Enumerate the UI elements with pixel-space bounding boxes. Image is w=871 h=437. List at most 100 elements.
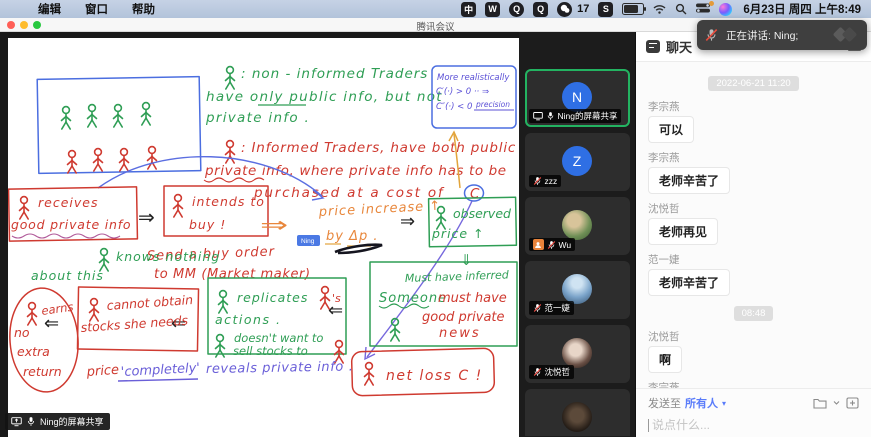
chat-sender: 李宗燕 — [648, 380, 859, 388]
chat-timestamp: 08:48 — [648, 303, 859, 321]
text-caret — [648, 419, 649, 432]
participant-name: Ning的屏幕共享 — [558, 110, 618, 122]
wb-real-line3: C″(·) < 0 — [436, 102, 472, 112]
send-to-selector[interactable]: 所有人 — [685, 395, 718, 411]
qq-chat-icon[interactable]: Q — [533, 2, 548, 17]
tile-name-label: zzz — [529, 175, 562, 187]
input-method-icon[interactable]: 中 — [461, 2, 476, 17]
wb-must-have: must have — [438, 291, 507, 306]
screen-share-icon — [533, 111, 543, 121]
chat-bubble: 可以 — [648, 116, 694, 143]
meeting-logo-icon — [833, 27, 859, 43]
chat-bubble: 老师辛苦了 — [648, 167, 730, 194]
control-center-icon[interactable] — [696, 3, 710, 16]
send-file-icon[interactable] — [813, 397, 827, 409]
wb-informed-line3: purchased at a cost of — [253, 185, 445, 201]
speaking-toast[interactable]: 正在讲话: Ning; — [697, 20, 867, 50]
chat-bubble: 老师辛苦了 — [648, 269, 730, 296]
chat-input[interactable] — [650, 417, 859, 433]
video-tile-shenyuezhe[interactable]: 沈悦哲 — [525, 325, 630, 383]
video-tile-ning[interactable]: N Ning的屏幕共享 — [525, 69, 630, 127]
wb-receives-line1: receives — [38, 195, 98, 210]
chat-sender: 沈悦哲 — [648, 329, 859, 344]
chevron-down-icon[interactable]: ▾ — [722, 399, 726, 408]
chat-message: 李宗燕 老师辛苦了 — [648, 150, 859, 194]
control-center-glyph — [696, 3, 710, 13]
wb-by-dp: by Δp . — [326, 229, 379, 244]
chat-message: 李宗燕 没有 — [648, 380, 859, 388]
wb-precision: precision — [475, 100, 510, 109]
chat-panel: 聊天 ··· × 2022-06-21 11:20 李宗燕 可以 李宗燕 老师辛… — [635, 31, 871, 437]
participant-name: Wu — [559, 240, 572, 250]
avatar: Z — [562, 146, 592, 176]
spotlight-search-icon[interactable] — [675, 3, 687, 15]
whiteboard-drawing: : non - informed Traders have only publi… — [8, 38, 519, 437]
screen-share-status-label: Ning的屏幕共享 — [5, 413, 110, 430]
wb-completely: 'completely' — [120, 361, 200, 380]
wb-observed-line2: price ↑ — [431, 226, 485, 241]
wechat-bubbles-glyph — [560, 4, 570, 14]
share-label-text: Ning的屏幕共享 — [40, 415, 104, 428]
video-tile-zzz[interactable]: Z zzz — [525, 133, 630, 191]
chat-sender: 沈悦哲 — [648, 201, 859, 216]
video-tile-fanyijie[interactable]: 范一婕 — [525, 261, 630, 319]
participant-video-strip: N Ning的屏幕共享 Z — [519, 31, 635, 437]
siri-icon[interactable] — [719, 3, 732, 16]
host-badge-icon — [533, 239, 544, 250]
wb-noninformed-line2: have only public info, but not — [206, 89, 443, 105]
screenshot-icon[interactable] — [846, 397, 859, 409]
menu-item-help[interactable]: 帮助 — [132, 1, 155, 17]
video-tile-partial[interactable] — [525, 389, 630, 436]
wb-doesnt-line1: doesn't want to — [234, 331, 323, 345]
speaking-toast-text: 正在讲话: Ning; — [726, 28, 825, 43]
wb-return: return — [23, 364, 62, 379]
avatar: N — [562, 82, 592, 112]
mic-on-icon — [546, 111, 555, 121]
menu-bar-clock[interactable]: 6月23日 周四 上午8:49 — [743, 1, 861, 17]
tile-name-label: 范一婕 — [529, 301, 575, 315]
chat-sender: 李宗燕 — [648, 99, 859, 114]
tile-name-label: Ning的屏幕共享 — [529, 109, 622, 123]
q-app-icon[interactable]: Q — [509, 2, 524, 17]
chat-message: 范一婕 老师辛苦了 — [648, 252, 859, 296]
recording-indicator-dot — [709, 1, 714, 6]
wb-cursor-name: Ning — [301, 238, 315, 245]
menu-bar: 编辑 窗口 帮助 中 W Q Q 17 S — [0, 0, 871, 18]
chat-bubble: 啊 — [648, 346, 682, 373]
avatar — [562, 274, 592, 304]
wechat-unread-count: 17 — [577, 3, 589, 15]
shared-whiteboard: : non - informed Traders have only publi… — [8, 38, 519, 437]
chat-message-list[interactable]: 2022-06-21 11:20 李宗燕 可以 李宗燕 老师辛苦了 沈悦哲 老师… — [636, 62, 871, 388]
chat-sender: 范一婕 — [648, 252, 859, 267]
mic-muted-icon — [547, 240, 556, 250]
wb-price-increase: price increase ↑ — [317, 199, 441, 220]
meeting-window-content: : non - informed Traders have only publi… — [0, 31, 871, 437]
wb-knows-line2: about this — [31, 268, 104, 283]
menu-item-edit[interactable]: 编辑 — [38, 1, 61, 17]
chat-bubble-icon — [646, 40, 660, 53]
menu-item-window[interactable]: 窗口 — [85, 1, 108, 17]
chat-message: 沈悦哲 啊 — [648, 329, 859, 373]
battery-icon[interactable] — [622, 3, 644, 15]
wechat-icon[interactable] — [557, 2, 572, 17]
wb-extra: extra — [17, 344, 50, 359]
wifi-icon[interactable] — [653, 4, 666, 14]
chevron-down-icon[interactable] — [833, 400, 840, 406]
chat-title: 聊天 — [666, 37, 692, 56]
s-app-icon[interactable]: S — [598, 2, 613, 17]
avatar — [562, 402, 592, 432]
participant-name: zzz — [545, 176, 558, 186]
wb-informed-line1: : Informed Traders, have both public + — [241, 140, 519, 156]
wb-cannot-line1: cannot obtain — [106, 292, 193, 313]
wb-price-word: price — [85, 363, 119, 380]
mic-muted-icon — [705, 28, 718, 42]
wb-good-private: good private — [422, 310, 505, 325]
video-tile-wu[interactable]: Wu — [525, 197, 630, 255]
word-app-icon[interactable]: W — [485, 2, 500, 17]
wb-replicates: replicates — [237, 290, 308, 305]
wb-inferred-line: Must have inferred — [405, 268, 510, 285]
chat-footer: 发送至 所有人 ▾ — [636, 388, 871, 437]
wb-informed-line2: private info, where private info has to … — [204, 163, 507, 179]
chat-message: 沈悦哲 老师再见 — [648, 201, 859, 245]
screen-share-view[interactable]: : non - informed Traders have only publi… — [0, 31, 519, 437]
